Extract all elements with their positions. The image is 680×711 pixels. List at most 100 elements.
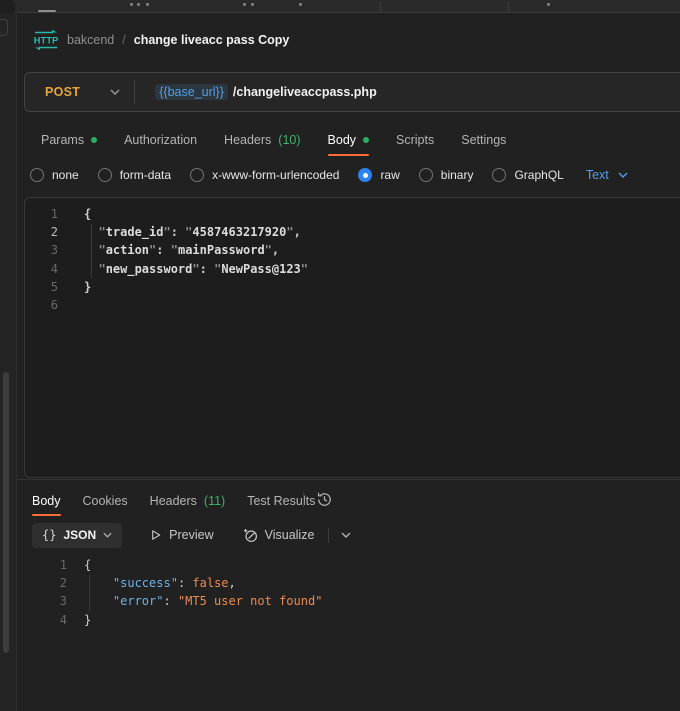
visualize-button[interactable]: Visualize <box>243 528 315 543</box>
tab-icon-remnant <box>299 3 302 6</box>
tab-headers[interactable]: Headers (10) <box>224 125 300 156</box>
code-line: 6 <box>25 296 680 314</box>
vertical-scrollbar-thumb[interactable] <box>3 372 9 653</box>
http-request-icon: HTTP <box>33 29 59 51</box>
line-number: 4 <box>25 262 58 276</box>
line-number: 1 <box>25 207 58 221</box>
body-mode-raw[interactable]: raw <box>358 168 399 182</box>
radio-label: form-data <box>120 168 171 182</box>
code-text: { <box>84 207 91 221</box>
tab-label: Headers <box>224 133 271 147</box>
url-bar: POST {{base_url}} /changeliveaccpass.php <box>24 72 680 112</box>
base-url-variable[interactable]: {{base_url}} <box>155 84 228 100</box>
radio-label: x-www-form-urlencoded <box>212 168 339 182</box>
tab-settings[interactable]: Settings <box>461 125 506 156</box>
content-dot-indicator <box>91 137 97 143</box>
tab-icon-remnant <box>547 3 550 6</box>
tab-label: Body <box>328 133 357 147</box>
tab-params[interactable]: Params <box>41 125 97 156</box>
url-input[interactable]: {{base_url}} /changeliveaccpass.php <box>135 84 680 100</box>
indent-guide <box>91 224 92 278</box>
breadcrumb: HTTP bakcend / change liveacc pass Copy <box>17 14 680 66</box>
tab-label: Cookies <box>83 494 128 508</box>
window-tab-strip <box>0 0 680 13</box>
tab-label: Headers <box>150 494 197 508</box>
radio-icon <box>30 168 44 182</box>
breadcrumb-separator: / <box>122 33 125 47</box>
tab-body[interactable]: Body <box>328 125 370 156</box>
line-number: 2 <box>24 576 67 590</box>
tab-label: Scripts <box>396 133 434 147</box>
indent-guide <box>89 575 90 611</box>
tab-icon-remnant <box>146 3 149 6</box>
radio-label: binary <box>441 168 474 182</box>
body-mode-options: none form-data x-www-form-urlencoded raw bin… <box>30 168 564 182</box>
code-line: 1{ <box>24 556 680 574</box>
response-tab-headers[interactable]: Headers(11) <box>150 488 226 516</box>
code-text: } <box>84 613 91 627</box>
tab-icon-remnant <box>130 3 133 6</box>
code-line: 5} <box>25 278 680 296</box>
code-line: 4 "new_password": "NewPass@123" <box>25 260 680 278</box>
method-select[interactable]: POST <box>25 73 134 111</box>
count-badge: (10) <box>278 133 300 147</box>
body-format-select[interactable]: Text <box>586 168 628 182</box>
body-mode-form-data[interactable]: form-data <box>98 168 171 182</box>
body-format-label: Text <box>586 168 609 182</box>
body-mode-none[interactable]: none <box>30 168 79 182</box>
request-response-divider <box>17 479 680 480</box>
tab-scripts[interactable]: Scripts <box>396 125 434 156</box>
line-number: 5 <box>25 280 58 294</box>
active-tab-remnant <box>0 0 15 13</box>
breadcrumb-collection[interactable]: bakcend <box>67 33 114 47</box>
chevron-down-icon <box>341 532 351 538</box>
body-mode-x-www-form-urlencoded[interactable]: x-www-form-urlencoded <box>190 168 339 182</box>
history-clock-icon <box>316 491 333 508</box>
content-dot-indicator <box>363 137 369 143</box>
radio-icon <box>190 168 204 182</box>
response-tab-body[interactable]: Body <box>32 488 61 516</box>
divider <box>303 492 304 507</box>
line-number: 3 <box>24 594 67 608</box>
code-line: 3 "action": "mainPassword", <box>25 241 680 259</box>
tab-icon-remnant <box>137 3 140 6</box>
preview-button[interactable]: Preview <box>149 528 213 542</box>
response-history-button[interactable] <box>316 491 333 508</box>
sidebar-icon-remnant <box>0 19 8 36</box>
code-text: } <box>84 280 91 294</box>
chevron-down-icon <box>103 532 112 538</box>
response-tab-cookies[interactable]: Cookies <box>83 488 128 516</box>
code-text: "action": "mainPassword", <box>84 243 279 257</box>
tab-label: Body <box>32 494 61 508</box>
more-format-options-button[interactable] <box>341 532 351 538</box>
code-line: 1{ <box>25 205 680 223</box>
code-line: 4} <box>24 611 680 629</box>
chevron-down-icon <box>110 89 120 95</box>
request-body-editor[interactable]: 1{2 "trade_id": "4587463217920",3 "actio… <box>24 197 680 478</box>
radio-icon <box>492 168 506 182</box>
tab-authorization[interactable]: Authorization <box>124 125 197 156</box>
radio-label: none <box>52 168 79 182</box>
code-text: "success": false, <box>84 576 236 590</box>
radio-label: raw <box>380 168 399 182</box>
body-mode-graphql[interactable]: GraphQL <box>492 168 563 182</box>
radio-icon <box>419 168 433 182</box>
svg-text:HTTP: HTTP <box>34 36 59 47</box>
code-line: 3 "error": "MT5 user not found" <box>24 592 680 610</box>
radio-label: GraphQL <box>514 168 563 182</box>
request-title[interactable]: change liveacc pass Copy <box>134 33 290 47</box>
play-outline-icon <box>149 528 162 542</box>
radio-icon <box>98 168 112 182</box>
line-number: 2 <box>25 225 58 239</box>
code-text: "new_password": "NewPass@123" <box>84 262 308 276</box>
body-mode-binary[interactable]: binary <box>419 168 474 182</box>
code-line: 2 "success": false, <box>24 574 680 592</box>
tab-label: Settings <box>461 133 506 147</box>
response-body-viewer: 1{2 "success": false,3 "error": "MT5 use… <box>24 553 680 633</box>
response-format-button[interactable]: {} JSON <box>32 523 122 548</box>
response-tab-extras <box>303 491 333 508</box>
url-path: /changeliveaccpass.php <box>233 85 377 99</box>
tab-icon-remnant <box>243 3 246 6</box>
code-text: "trade_id": "4587463217920", <box>84 225 301 239</box>
line-number: 1 <box>24 558 67 572</box>
